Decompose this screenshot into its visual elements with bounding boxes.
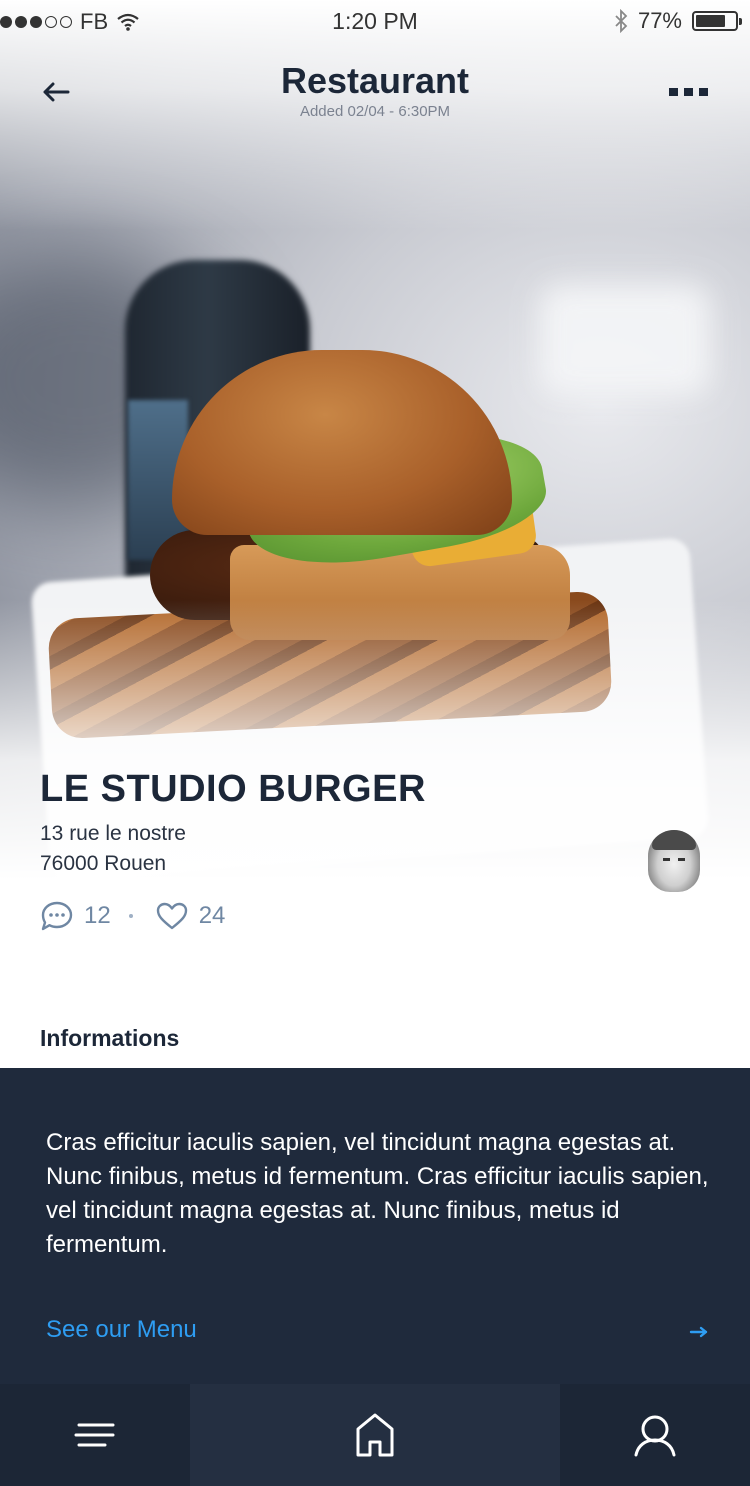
description-text: Cras efficitur iaculis sapien, vel tinci… bbox=[46, 1129, 709, 1258]
address-line-1: 13 rue le nostre bbox=[40, 822, 186, 845]
address-line-2: 76000 Rouen bbox=[40, 852, 167, 875]
see-menu-link[interactable]: See our Menu bbox=[46, 1316, 197, 1344]
likes-count: 24 bbox=[198, 902, 226, 929]
engagement-stats: 12 24 bbox=[40, 898, 225, 934]
more-horizontal-icon bbox=[668, 88, 678, 96]
menu-icon bbox=[74, 1423, 115, 1447]
tab-profile[interactable] bbox=[560, 1384, 750, 1486]
avatar[interactable] bbox=[648, 830, 700, 892]
info-panel: Cras efficitur iaculis sapien, vel tinci… bbox=[0, 1068, 750, 1384]
comment-icon bbox=[41, 901, 73, 931]
separator-dot bbox=[128, 914, 133, 918]
heart-icon bbox=[156, 902, 187, 930]
tab-menu[interactable] bbox=[0, 1384, 190, 1486]
arrow-right-icon[interactable] bbox=[688, 1323, 710, 1341]
bottom-tab-bar bbox=[0, 1384, 750, 1486]
likes-stat[interactable]: 24 bbox=[155, 901, 226, 931]
tab-home[interactable] bbox=[190, 1384, 560, 1486]
page-subtitle: Added 02/04 - 6:30PM bbox=[299, 103, 451, 120]
more-options-button[interactable] bbox=[662, 78, 714, 106]
status-bar: FB 1:20 PM 77% bbox=[0, 0, 750, 40]
battery-icon bbox=[692, 11, 742, 31]
home-icon bbox=[356, 1413, 394, 1457]
user-icon bbox=[634, 1415, 676, 1457]
comments-count: 12 bbox=[84, 902, 111, 929]
page-title: Restaurant bbox=[280, 60, 470, 101]
bluetooth-icon bbox=[615, 9, 628, 33]
restaurant-name: LE STUDIO BURGER bbox=[40, 768, 426, 810]
section-title-informations: Informations bbox=[40, 1025, 180, 1051]
battery-percent: 77% bbox=[637, 8, 682, 33]
hero-image bbox=[0, 0, 750, 900]
comments-stat[interactable]: 12 bbox=[40, 900, 111, 932]
